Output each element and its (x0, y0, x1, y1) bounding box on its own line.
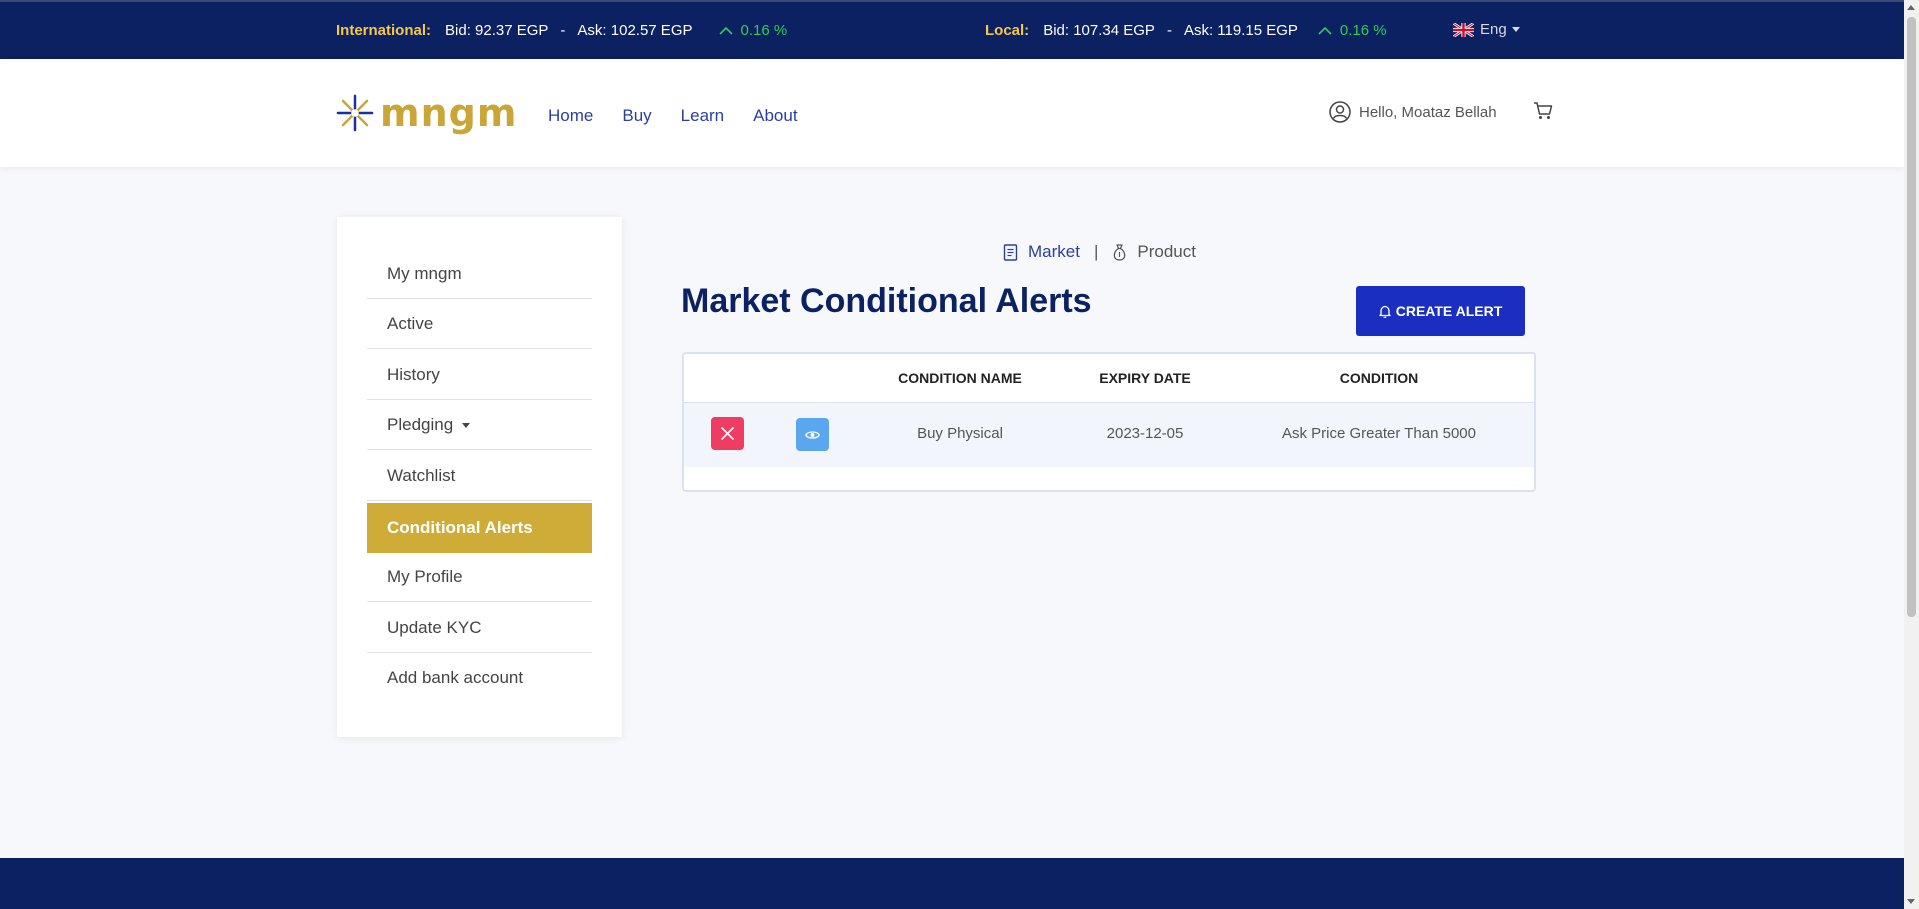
money-bag-icon (1114, 243, 1126, 261)
delete-alert-button[interactable] (711, 417, 744, 450)
international-price-group: International: Bid: 92.37 EGP - Ask: 102… (336, 22, 787, 39)
main-nav: Home Buy Learn About (548, 106, 827, 126)
close-icon (720, 426, 735, 441)
local-price-group: Local: Bid: 107.34 EGP - Ask: 119.15 EGP… (985, 22, 1387, 39)
scroll-thumb[interactable] (1907, 17, 1916, 617)
international-ask: Ask: 102.57 EGP (577, 22, 693, 39)
tab-product-label: Product (1137, 242, 1196, 261)
sidebar-item-my-profile[interactable]: My Profile (367, 552, 592, 602)
international-change: 0.16 % (718, 22, 788, 39)
table-row: Buy Physical 2023-12-05 Ask Price Greate… (684, 403, 1534, 467)
local-label: Local: (985, 22, 1030, 39)
cart-button[interactable] (1533, 102, 1553, 125)
create-alert-button[interactable]: CREATE ALERT (1356, 286, 1525, 336)
sidebar-item-update-kyc[interactable]: Update KYC (367, 603, 592, 653)
uk-flag-icon (1453, 22, 1474, 37)
local-bid: Bid: 107.34 EGP (1043, 22, 1155, 39)
user-icon (1329, 101, 1351, 123)
arrow-up-icon (718, 26, 733, 35)
sidebar-item-label: History (387, 364, 440, 384)
nav-learn[interactable]: Learn (681, 106, 724, 126)
sidebar-item-watchlist[interactable]: Watchlist (367, 451, 592, 501)
user-greeting: Hello, Moataz Bellah (1359, 103, 1497, 121)
international-bid: Bid: 92.37 EGP (445, 22, 549, 39)
sidebar-item-label: Pledging (387, 414, 454, 434)
sidebar-item-label: Add bank account (387, 668, 524, 687)
sidebar-item-add-bank-account[interactable]: Add bank account (367, 653, 592, 703)
site-header: mngm Home Buy Learn About Hello, Moataz … (0, 59, 1904, 167)
eye-icon (805, 430, 820, 439)
sidebar-item-label: Update KYC (387, 617, 482, 637)
scroll-down-icon[interactable] (1907, 899, 1915, 904)
tab-market[interactable]: Market (1003, 242, 1080, 262)
cell-expiry-date: 2023-12-05 (1106, 425, 1184, 442)
nav-home[interactable]: Home (548, 106, 593, 126)
sidebar-item-label: Watchlist (387, 465, 456, 485)
cart-icon (1534, 102, 1553, 119)
user-menu[interactable]: Hello, Moataz Bellah (1329, 101, 1497, 123)
local-change: 0.16 % (1318, 22, 1387, 39)
sidebar-item-conditional-alerts[interactable]: Conditional Alerts (367, 503, 592, 553)
local-ask: Ask: 119.15 EGP (1183, 22, 1298, 39)
document-icon (1003, 243, 1018, 261)
sidebar-item-my-mngm[interactable]: My mngm (367, 249, 592, 299)
tab-market-label: Market (1028, 242, 1080, 261)
language-selector[interactable]: Eng (1453, 21, 1520, 38)
sidebar-item-pledging[interactable]: Pledging (367, 400, 592, 450)
cell-condition-name: Buy Physical (917, 425, 1003, 442)
sidebar-item-label: Conditional Alerts (387, 518, 533, 537)
view-alert-button[interactable] (796, 418, 829, 451)
local-separator: - (1166, 22, 1172, 39)
create-alert-label: CREATE ALERT (1395, 303, 1503, 319)
header-expiry-date: EXPIRY DATE (1099, 370, 1191, 386)
logo-wordmark: mngm (380, 91, 518, 135)
sidebar-item-label: Active (387, 313, 434, 333)
language-label: Eng (1480, 21, 1507, 38)
international-label: International: (336, 22, 432, 39)
alerts-table: CONDITION NAME EXPIRY DATE CONDITION Buy… (682, 352, 1536, 492)
account-sidebar: My mngm Active History Pledging Watchlis… (337, 217, 622, 737)
page-title: Market Conditional Alerts (681, 282, 1092, 320)
international-change-value: 0.16 % (740, 22, 788, 39)
header-condition: CONDITION (1339, 370, 1419, 386)
tab-product[interactable]: Product (1112, 242, 1196, 262)
international-separator: - (560, 22, 566, 39)
price-ticker-bar: International: Bid: 92.37 EGP - Ask: 102… (0, 0, 1904, 61)
header-condition-name: CONDITION NAME (898, 370, 1022, 386)
alert-type-toggle: Market | Product (1003, 242, 1196, 262)
scroll-up-icon[interactable] (1907, 5, 1915, 10)
nav-buy[interactable]: Buy (622, 106, 651, 126)
cell-condition: Ask Price Greater Than 5000 (1282, 425, 1476, 442)
table-header: CONDITION NAME EXPIRY DATE CONDITION (684, 354, 1534, 403)
page-scrollbar[interactable] (1904, 0, 1919, 909)
local-change-value: 0.16 % (1339, 22, 1387, 39)
tab-separator: | (1093, 242, 1099, 261)
sidebar-item-label: My Profile (387, 566, 463, 586)
chevron-down-icon (1511, 27, 1520, 32)
arrow-up-icon (1318, 26, 1332, 35)
site-footer (0, 858, 1904, 909)
nav-about[interactable]: About (753, 106, 797, 126)
sidebar-item-label: My mngm (387, 263, 462, 283)
bell-icon (1379, 305, 1391, 318)
mngm-logo[interactable]: mngm (336, 94, 517, 132)
sunburst-logo-icon (336, 94, 374, 132)
sidebar-item-history[interactable]: History (367, 350, 592, 400)
chevron-down-icon (462, 423, 471, 428)
sidebar-item-active[interactable]: Active (367, 299, 592, 349)
